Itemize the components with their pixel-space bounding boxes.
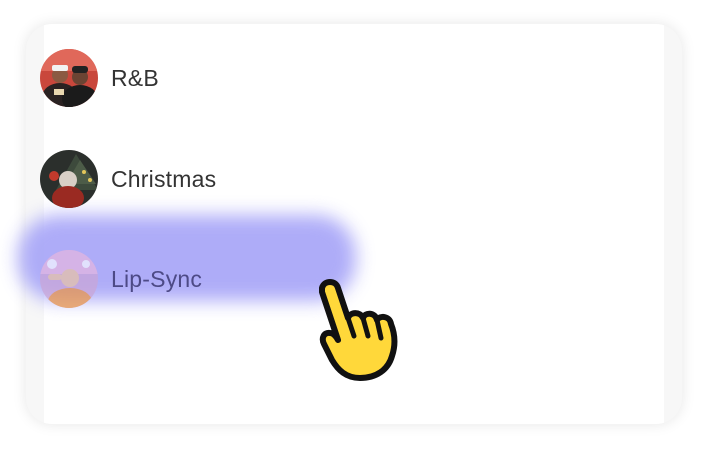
list-item-label: Lip-Sync xyxy=(111,265,203,292)
list-item-christmas[interactable]: Christmas xyxy=(40,149,216,209)
screen: R&B Christmas Lip-Sync xyxy=(0,0,708,450)
list-item-label: R&B xyxy=(111,64,159,91)
list-item-rnb[interactable]: R&B xyxy=(40,48,159,108)
list-item-lip-sync[interactable]: Lip-Sync xyxy=(40,249,202,309)
lip-sync-avatar-icon xyxy=(40,250,98,308)
christmas-avatar-icon xyxy=(40,150,98,208)
pointing-hand-icon xyxy=(319,279,398,381)
list-item-label: Christmas xyxy=(111,165,217,192)
rnb-avatar-icon xyxy=(40,49,98,107)
